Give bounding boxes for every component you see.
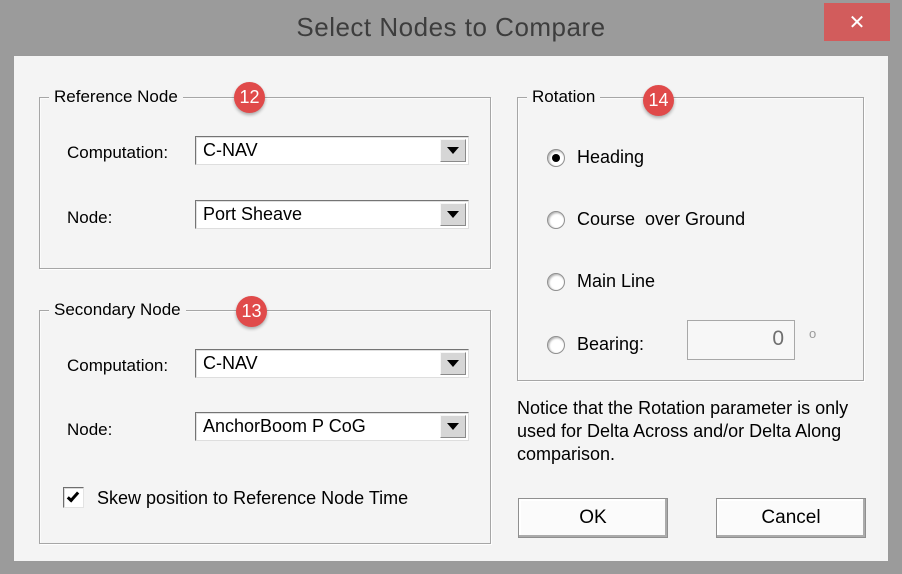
skew-position-checkbox[interactable] [63, 487, 84, 508]
ref-computation-label: Computation: [67, 143, 168, 163]
radio-heading[interactable] [547, 149, 565, 167]
chevron-down-icon [447, 423, 459, 430]
sec-computation-dropdown[interactable]: C-NAV [195, 349, 469, 378]
degree-unit-icon: o [809, 326, 816, 341]
rotation-group: Rotation 14 Heading Course over Ground M… [517, 97, 864, 381]
select-nodes-dialog: Select Nodes to Compare ✕ Reference Node… [0, 0, 902, 574]
ref-node-label: Node: [67, 208, 112, 228]
secondary-node-group: Secondary Node 13 Computation: C-NAV Nod… [39, 310, 491, 544]
ref-computation-dropdown-button[interactable] [440, 139, 466, 162]
ok-button[interactable]: OK [518, 498, 668, 538]
close-icon: ✕ [849, 10, 866, 35]
dialog-body: Reference Node 12 Computation: C-NAV Nod… [13, 55, 889, 562]
sec-node-label: Node: [67, 420, 112, 440]
radio-main-line[interactable] [547, 273, 565, 291]
chevron-down-icon [447, 360, 459, 367]
rotation-legend: Rotation [527, 87, 600, 107]
annotation-badge-14: 14 [643, 85, 674, 116]
chevron-down-icon [447, 147, 459, 154]
sec-computation-value: C-NAV [203, 353, 258, 374]
sec-computation-label: Computation: [67, 356, 168, 376]
radio-dot [552, 154, 560, 162]
radio-heading-label: Heading [577, 147, 644, 168]
sec-node-dropdown[interactable]: AnchorBoom P CoG [195, 412, 469, 441]
checkmark-icon [67, 490, 79, 503]
dialog-title: Select Nodes to Compare [0, 12, 902, 43]
sec-computation-dropdown-button[interactable] [440, 352, 466, 375]
sec-node-dropdown-button[interactable] [440, 415, 466, 438]
secondary-node-legend: Secondary Node [49, 300, 186, 320]
ref-computation-value: C-NAV [203, 140, 258, 161]
reference-node-group: Reference Node 12 Computation: C-NAV Nod… [39, 97, 491, 269]
cancel-button[interactable]: Cancel [716, 498, 866, 538]
radio-main-line-label: Main Line [577, 271, 655, 292]
ref-node-value: Port Sheave [203, 204, 302, 225]
annotation-badge-12: 12 [234, 82, 265, 113]
annotation-badge-13: 13 [236, 296, 267, 327]
radio-course-over-ground[interactable] [547, 211, 565, 229]
bearing-value: 0 [772, 327, 784, 351]
ref-computation-dropdown[interactable]: C-NAV [195, 136, 469, 165]
reference-node-legend: Reference Node [49, 87, 183, 107]
rotation-notice-text: Notice that the Rotation parameter is on… [517, 397, 865, 466]
skew-position-label: Skew position to Reference Node Time [97, 488, 408, 509]
bearing-input[interactable]: 0 [687, 320, 795, 360]
close-button[interactable]: ✕ [824, 3, 890, 41]
radio-bearing-label: Bearing: [577, 334, 644, 355]
ref-node-dropdown-button[interactable] [440, 203, 466, 226]
chevron-down-icon [447, 211, 459, 218]
radio-bearing[interactable] [547, 336, 565, 354]
sec-node-value: AnchorBoom P CoG [203, 416, 366, 437]
radio-course-over-ground-label: Course over Ground [577, 209, 745, 230]
ref-node-dropdown[interactable]: Port Sheave [195, 200, 469, 229]
